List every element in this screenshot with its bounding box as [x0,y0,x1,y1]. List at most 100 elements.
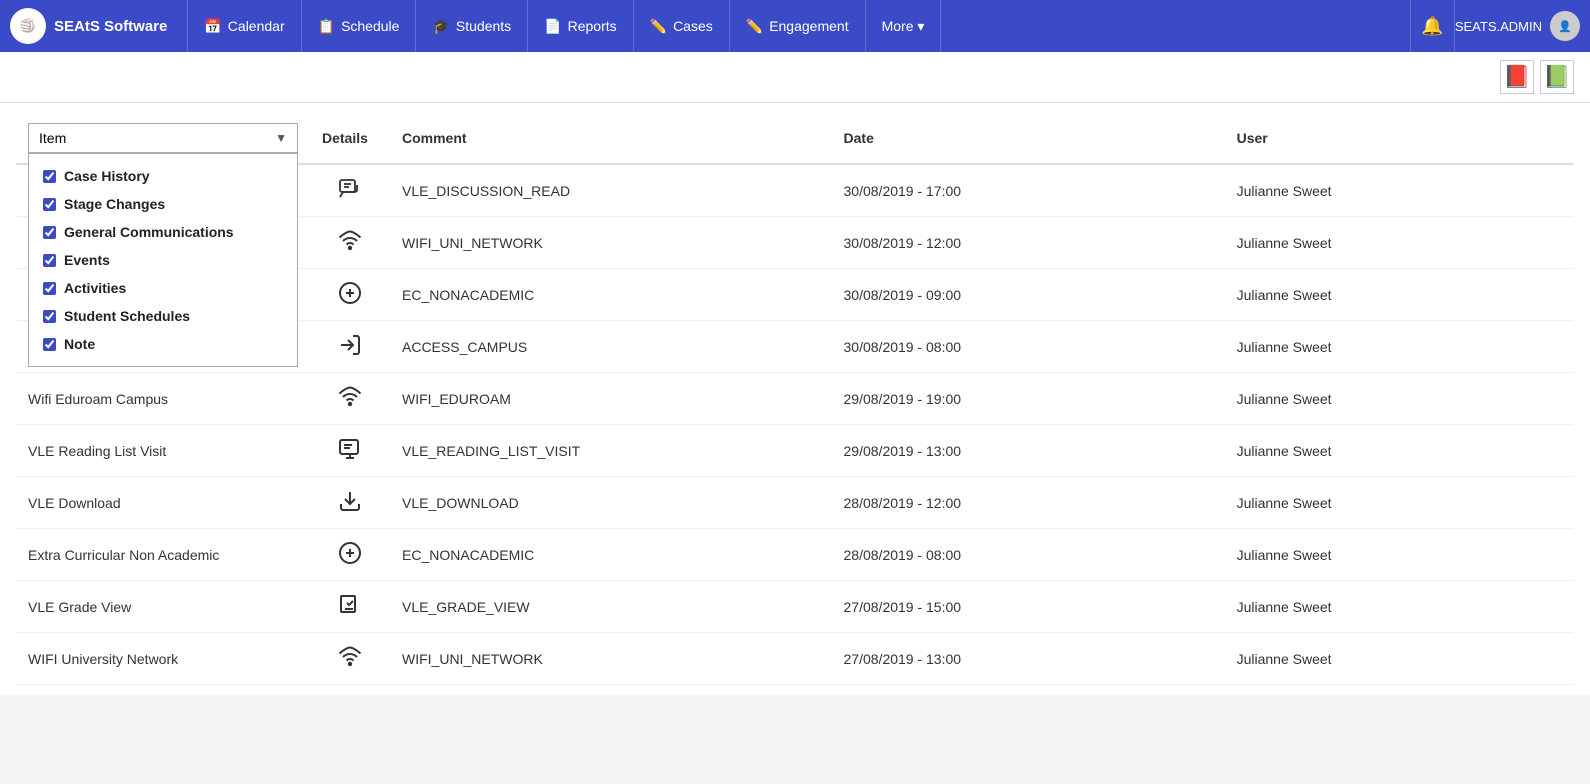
user-cell: Julianne Sweet [1225,477,1574,529]
comment-cell: VLE_READING_LIST_VISIT [390,425,832,477]
reports-icon: 📄 [544,18,561,35]
icon-cell [310,164,390,217]
toolbar: 📕 📗 [0,52,1590,103]
icon-cell [310,217,390,269]
nav-engagement[interactable]: ✏️ Engagement [730,0,866,52]
dropdown-label-activities: Activities [64,280,126,296]
icon-cell [310,529,390,581]
icon-cell [310,373,390,425]
dropdown-label-student-schedules: Student Schedules [64,308,190,324]
checkbox-student-schedules[interactable] [43,310,56,323]
table-row: Extra Curricular Non Academic EC_NONACAD… [16,529,1574,581]
nav-schedule-label: Schedule [341,18,399,34]
nav-schedule[interactable]: 📋 Schedule [302,0,417,52]
dropdown-label-stage-changes: Stage Changes [64,196,165,212]
comment-cell: WIFI_EDUROAM [390,373,832,425]
item-dropdown-button[interactable]: Item ▼ [28,123,298,153]
table-row: VLE Reading List Visit VLE_READING_LIST_… [16,425,1574,477]
item-name-cell: VLE Grade View [16,581,310,633]
dropdown-item-events[interactable]: Events [29,246,297,274]
calendar-icon: 📅 [204,18,221,35]
dropdown-item-case-history[interactable]: Case History [29,162,297,190]
user-cell: Julianne Sweet [1225,633,1574,685]
date-cell: 28/08/2019 - 08:00 [832,529,1225,581]
icon-cell [310,633,390,685]
dropdown-item-general-comms[interactable]: General Communications [29,218,297,246]
dropdown-label-general-comms: General Communications [64,224,234,240]
students-icon: 🎓 [432,18,449,35]
admin-label: SEATS.ADMIN [1455,19,1542,34]
table-row: WIFI University Network WIFI_UNI_NETWORK… [16,633,1574,685]
item-name-cell: VLE Download [16,477,310,529]
brand: 🏐 SEAtS Software [10,8,167,44]
download-icon [338,500,362,516]
checkbox-general-comms[interactable] [43,226,56,239]
item-name-cell: Extra Curricular Non Academic [16,529,310,581]
item-dropdown-label: Item [39,130,66,146]
date-cell: 29/08/2019 - 13:00 [832,425,1225,477]
user-cell: Julianne Sweet [1225,164,1574,217]
user-cell: Julianne Sweet [1225,321,1574,373]
nav-cases[interactable]: ✏️ Cases [634,0,730,52]
user-cell: Julianne Sweet [1225,217,1574,269]
comment-column-header: Comment [390,113,832,164]
details-column-header: Details [310,113,390,164]
bell-button[interactable]: 🔔 [1410,0,1454,52]
nav-reports[interactable]: 📄 Reports [528,0,633,52]
checkbox-case-history[interactable] [43,170,56,183]
dropdown-item-activities[interactable]: Activities [29,274,297,302]
date-cell: 30/08/2019 - 12:00 [832,217,1225,269]
wifi-eduroam-icon [338,396,362,412]
pdf-export-button[interactable]: 📕 [1500,60,1534,94]
dropdown-label-events: Events [64,252,110,268]
access-icon [338,344,362,360]
dropdown-item-student-schedules[interactable]: Student Schedules [29,302,297,330]
table-row: VLE Grade View VLE_GRADE_VIEW 27/08/2019… [16,581,1574,633]
icon-cell [310,581,390,633]
user-cell: Julianne Sweet [1225,269,1574,321]
item-name-cell: VLE Reading List Visit [16,425,310,477]
cases-icon: ✏️ [650,18,667,35]
nav-calendar[interactable]: 📅 Calendar [187,0,301,52]
nav-more[interactable]: More ▾ [866,0,942,52]
table-row: VLE Download VLE_DOWNLOAD 28/08/2019 - 1… [16,477,1574,529]
brand-logo: 🏐 [10,8,46,44]
comment-cell: WIFI_UNI_NETWORK [390,633,832,685]
navbar: 🏐 SEAtS Software 📅 Calendar 📋 Schedule 🎓… [0,0,1590,52]
nav-engagement-label: Engagement [769,18,848,34]
add-circle-icon [338,292,362,308]
nav-students[interactable]: 🎓 Students [416,0,528,52]
dropdown-label-note: Note [64,336,95,352]
checkbox-note[interactable] [43,338,56,351]
icon-cell [310,425,390,477]
comment-cell: EC_NONACADEMIC [390,529,832,581]
date-cell: 29/08/2019 - 19:00 [832,373,1225,425]
date-column-header: Date [832,113,1225,164]
item-column-header: Item ▼ Case History Stage Changes [16,113,310,164]
excel-export-button[interactable]: 📗 [1540,60,1574,94]
user-cell: Julianne Sweet [1225,581,1574,633]
date-cell: 27/08/2019 - 13:00 [832,633,1225,685]
checkbox-events[interactable] [43,254,56,267]
comment-cell: VLE_DOWNLOAD [390,477,832,529]
nav-items: 📅 Calendar 📋 Schedule 🎓 Students 📄 Repor… [187,0,1410,52]
user-cell: Julianne Sweet [1225,373,1574,425]
table-row: Wifi Eduroam Campus WIFI_EDUROAM 29/08/2… [16,373,1574,425]
item-name-cell: WIFI University Network [16,633,310,685]
brand-name: SEAtS Software [54,18,167,35]
chevron-down-icon: ▼ [275,131,287,145]
icon-cell [310,321,390,373]
dropdown-item-note[interactable]: Note [29,330,297,358]
admin-section: SEATS.ADMIN 👤 [1455,11,1580,41]
dropdown-label-case-history: Case History [64,168,150,184]
comment-cell: EC_NONACADEMIC [390,269,832,321]
ec-icon [338,552,362,568]
wifi-icon [338,240,362,256]
dropdown-item-stage-changes[interactable]: Stage Changes [29,190,297,218]
nav-students-label: Students [456,18,511,34]
checkbox-stage-changes[interactable] [43,198,56,211]
comment-cell: VLE_DISCUSSION_READ [390,164,832,217]
engagement-icon: ✏️ [746,18,763,35]
excel-icon: 📗 [1543,64,1570,90]
checkbox-activities[interactable] [43,282,56,295]
